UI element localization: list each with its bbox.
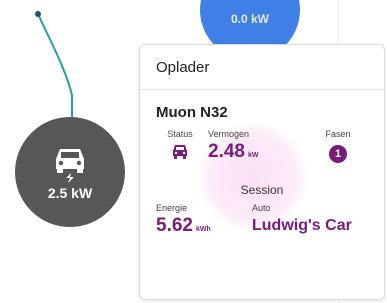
stats-row: Status Vermogen 2.48 kW Fasen 1 [156,129,368,181]
status-stat: Status [156,129,204,181]
power-stat: Vermogen 2.48 kW [208,129,288,181]
energy-unit: kWh [195,226,211,233]
phases-badge: 1 [329,145,347,163]
car-label: Auto [252,203,271,213]
status-label: Status [167,129,193,139]
connector-endpoint [35,11,41,17]
session-row: Energie 5.62 kWh Auto Ludwig's Car [156,203,368,238]
charger-node-power: 2.5 kW [47,185,93,201]
car-value: Ludwig's Car [252,217,352,234]
session-heading: Session [240,183,284,197]
energy-value: 5.62 [156,215,193,236]
charger-name: Muon N32 [156,104,228,121]
power-unit: kW [247,152,259,159]
grid-node-power: 0.0 kW [230,12,269,26]
phases-label: Fasen [325,129,351,139]
energy-label: Energie [156,203,188,213]
car-charging-icon [52,143,88,183]
popup-header: Oplader [140,45,384,90]
charger-popup: Oplader Muon N32 Status Vermogen 2.48 kW… [139,44,385,300]
energy-stat: Energie 5.62 kWh [156,203,252,238]
charger-node[interactable]: 2.5 kW [15,117,125,227]
phases-stat: Fasen 1 [314,129,362,181]
power-label: Vermogen [208,129,250,139]
popup-body: Muon N32 Status Vermogen 2.48 kW Fasen 1… [140,104,384,238]
power-value: 2.48 [208,141,245,162]
car-icon [172,143,188,166]
car-stat: Auto Ludwig's Car [252,203,352,238]
popup-title: Oplader [156,58,210,76]
